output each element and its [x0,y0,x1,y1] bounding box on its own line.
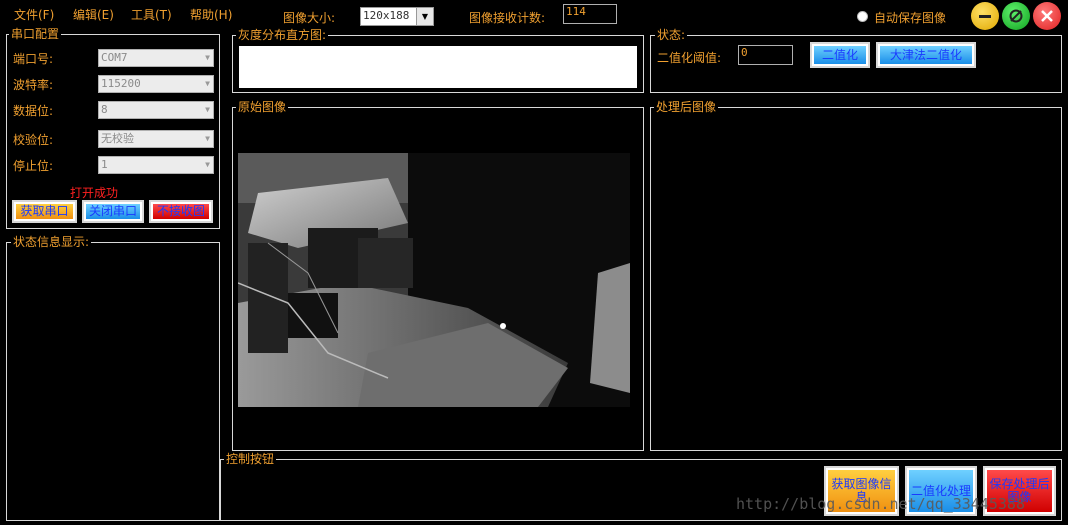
baud-select[interactable]: 115200 ▼ [98,75,214,93]
stop-bits-select[interactable]: 1 ▼ [98,156,214,174]
get-port-button[interactable]: 获取串口 [12,200,77,223]
controls-title: 控制按钮 [224,451,277,467]
otsu-button[interactable]: 大津法二值化 [876,42,976,68]
maximize-button[interactable] [1002,2,1030,30]
image-size-value: 120x188 [363,9,410,22]
stop-bits-value: 1 [101,158,108,171]
binarize-button[interactable]: 二值化 [810,42,870,68]
otsu-label: 大津法二值化 [880,46,972,64]
data-bits-label: 数据位: [13,104,54,118]
port-label: 端口号: [13,52,54,66]
minimize-button[interactable] [971,2,999,30]
parity-label: 校验位: [13,133,54,147]
data-bits-value: 8 [101,103,108,116]
chevron-down-icon: ▼ [205,134,210,143]
camera-image [238,153,630,407]
close-port-label: 关闭串口 [86,204,140,219]
no-recv-label: 不接收图 [153,204,209,219]
close-icon [1041,10,1053,22]
port-value: COM7 [101,51,128,64]
status-info-title: 状态信息显示: [11,234,92,250]
baud-value: 115200 [101,77,141,90]
stop-bits-label: 停止位: [13,159,54,173]
status-info-group: 状态信息显示: [6,234,220,521]
serial-config-title: 串口配置 [9,26,62,42]
menu-file[interactable]: 文件(F) [14,6,54,23]
binarize-label: 二值化 [814,46,866,64]
chevron-down-icon: ▼ [205,53,210,62]
camera-frame [238,153,630,407]
close-port-button[interactable]: 关闭串口 [82,200,144,223]
chevron-down-icon: ▼ [205,160,210,169]
close-button[interactable] [1033,2,1061,30]
image-size-label: 图像大小: [283,11,336,25]
menu-tools[interactable]: 工具(T) [131,6,172,23]
histogram-canvas [239,46,637,88]
original-image-title: 原始图像 [236,99,289,115]
parity-value: 无校验 [101,132,134,145]
processed-image-title: 处理后图像 [654,99,719,115]
parity-select[interactable]: 无校验 ▼ [98,130,214,148]
chevron-down-icon: ▼ [205,105,210,114]
menu-help[interactable]: 帮助(H) [190,6,232,23]
recv-count-value: 114 [566,5,586,18]
get-port-label: 获取串口 [16,204,73,219]
histogram-title: 灰度分布直方图: [236,27,329,43]
auto-save-label: 自动保存图像 [874,11,947,25]
image-size-select[interactable]: 120x188 ▼ [360,7,434,26]
threshold-label: 二值化阈值: [657,51,722,65]
minimize-icon [979,15,991,18]
auto-save-radio[interactable] [857,11,868,22]
baud-label: 波特率: [13,78,54,92]
menu-edit[interactable]: 编辑(E) [73,6,114,23]
chevron-down-icon[interactable]: ▼ [416,8,433,25]
threshold-value: 0 [741,46,748,59]
histogram-group: 灰度分布直方图: [232,27,644,93]
state-title: 状态: [655,27,688,43]
threshold-field[interactable]: 0 [738,45,793,65]
recv-count-field[interactable]: 114 [563,4,617,24]
chevron-down-icon: ▼ [205,79,210,88]
maximize-icon [1009,9,1023,23]
recv-count-label: 图像接收计数: [469,11,546,25]
open-status-text: 打开成功 [70,186,119,200]
processed-image-group: 处理后图像 [650,99,1062,451]
data-bits-select[interactable]: 8 ▼ [98,101,214,119]
watermark: http://blog.csdn.net/qq_33445388 [736,495,1025,513]
port-select[interactable]: COM7 ▼ [98,49,214,67]
no-recv-button[interactable]: 不接收图 [149,200,213,223]
